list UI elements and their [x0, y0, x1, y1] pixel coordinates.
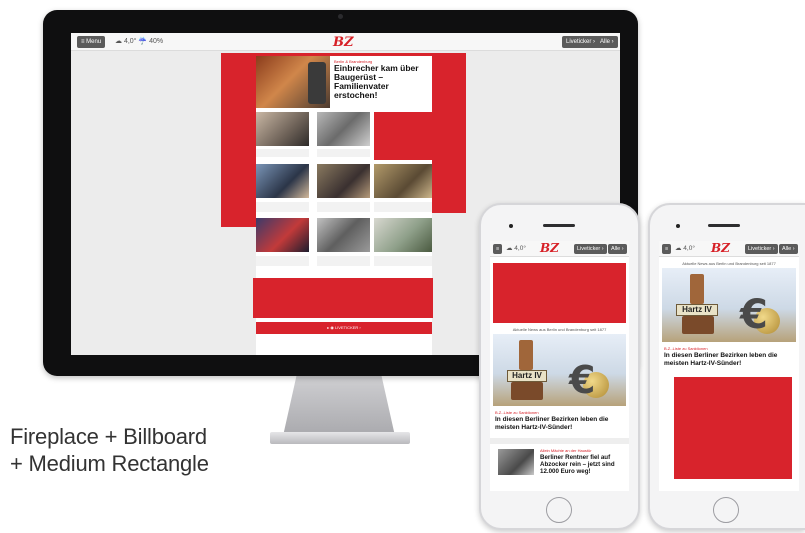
phone-2-home-button[interactable]: [713, 497, 739, 523]
desktop-logo[interactable]: BZ: [333, 35, 353, 50]
stamp-base: [511, 382, 543, 400]
phone-2: ≡ ☁ 4,0° BZ Liveticker › Alle › Aktuelle…: [648, 203, 805, 530]
thumb-8-caption: [374, 256, 432, 266]
desktop-liveticker-footer[interactable]: ▸ ◉ LIVETICKER ›: [256, 322, 432, 334]
phone-1-alle-button[interactable]: Alle ›: [608, 244, 627, 254]
thumb-4-caption: [317, 202, 370, 212]
phone-1-stamp-label: Hartz IV: [507, 370, 547, 382]
phone-1-liveticker-button[interactable]: Liveticker ›: [574, 244, 607, 254]
phone-1-speaker: [543, 224, 575, 227]
billboard-ad[interactable]: [253, 278, 433, 318]
phone-2-article-image[interactable]: € Hartz IV: [662, 268, 796, 342]
camera-icon: [338, 14, 343, 19]
phone-2-liveticker-button[interactable]: Liveticker ›: [745, 244, 778, 254]
phone-1-camera-icon: [509, 224, 513, 228]
thumb-8[interactable]: [374, 218, 432, 252]
desktop-liveticker-button[interactable]: Liveticker ›: [562, 36, 600, 48]
stamp-base: [682, 316, 714, 334]
phone-1-article-title[interactable]: In diesen Berliner Bezirken leben die me…: [495, 416, 623, 431]
euro-icon: €: [740, 292, 768, 338]
phone-2-article-kicker: B.Z.-Liste zu Sanktionen: [664, 346, 708, 351]
desktop-weather: ☁ 4,0° ☔ 40%: [115, 38, 164, 45]
phone-2-screen: ≡ ☁ 4,0° BZ Liveticker › Alle › Aktuelle…: [659, 241, 799, 491]
caption-line-1: Fireplace + Billboard: [10, 424, 207, 449]
mockup-stage: ≡ Menu ☁ 4,0° ☔ 40% BZ Liveticker › Alle…: [0, 0, 805, 533]
phone-2-weather: ☁ 4,0°: [675, 245, 695, 252]
phone-1-article-image[interactable]: € Hartz IV: [493, 334, 626, 406]
thumb-4[interactable]: [317, 164, 370, 198]
phone-2-camera-icon: [676, 224, 680, 228]
desktop-menu-button[interactable]: ≡ Menu: [77, 36, 106, 48]
phone-1-logo[interactable]: BZ: [540, 241, 559, 255]
phone-2-speaker: [708, 224, 740, 227]
phone-2-top-bar: ≡ ☁ 4,0° BZ Liveticker › Alle ›: [659, 241, 799, 257]
phone-2-stamp-label: Hartz IV: [676, 304, 718, 316]
desktop-top-bar: ≡ Menu ☁ 4,0° ☔ 40% BZ Liveticker › Alle…: [71, 33, 620, 51]
phone-1-second-article-image[interactable]: [498, 449, 534, 475]
thumb-1-caption: [256, 149, 309, 157]
thumb-2-caption: [317, 149, 370, 157]
phone-1-second-title[interactable]: Berliner Rentner fiel auf Abzocker rein …: [540, 454, 626, 476]
phone-2-banner: Aktuelle News aus Berlin und Brandenburg…: [682, 261, 776, 266]
phone-1-second-kicker: Allein Mächte an der Haustür: [540, 448, 592, 453]
phone-2-menu-icon[interactable]: ≡: [662, 244, 672, 254]
phone-1-weather: ☁ 4,0°: [506, 245, 526, 252]
phone-1-screen: ≡ ☁ 4,0° BZ Liveticker › Alle › Aktuelle…: [490, 241, 629, 491]
desktop-news-page: Berlin & Brandenburg Einbrecher kam über…: [253, 56, 433, 355]
phone-2-logo[interactable]: BZ: [711, 241, 730, 255]
phone-2-article-title[interactable]: In diesen Berliner Bezirken leben die me…: [664, 352, 794, 367]
thumb-3[interactable]: [256, 164, 309, 198]
thumb-7-caption: [317, 256, 370, 266]
phone-1-divider: [490, 438, 629, 444]
phone-2-alle-button[interactable]: Alle ›: [779, 244, 798, 254]
phone-1-billboard-ad[interactable]: [493, 263, 626, 323]
lead-portrait: [308, 62, 326, 104]
imac-base: [270, 432, 410, 444]
fireplace-ad-right[interactable]: [432, 53, 466, 213]
phone-1-menu-icon[interactable]: ≡: [493, 244, 503, 254]
medium-rectangle-ad-desktop[interactable]: [374, 112, 432, 160]
thumb-5[interactable]: [374, 164, 432, 198]
imac-stand: [283, 376, 395, 436]
fireplace-ad-left[interactable]: [221, 53, 256, 227]
stamp-handle: [519, 340, 533, 370]
thumb-7[interactable]: [317, 218, 370, 252]
phone-1-banner: Aktuelle News aus Berlin und Brandenburg…: [512, 327, 607, 332]
thumb-1[interactable]: [256, 112, 309, 146]
stamp-handle: [690, 274, 704, 304]
thumb-3-caption: [256, 202, 309, 212]
thumb-6-caption: [256, 256, 309, 266]
phone-1-top-bar: ≡ ☁ 4,0° BZ Liveticker › Alle ›: [490, 241, 629, 257]
thumb-2[interactable]: [317, 112, 370, 146]
euro-icon: €: [569, 358, 596, 402]
thumb-6[interactable]: [256, 218, 309, 252]
lead-article-image[interactable]: [256, 56, 330, 108]
thumb-5-caption: [374, 202, 432, 212]
phone-1-home-button[interactable]: [546, 497, 572, 523]
desktop-alle-button[interactable]: Alle ›: [596, 36, 618, 48]
caption-line-2: + Medium Rectangle: [10, 451, 209, 476]
phone-2-medium-rectangle-ad[interactable]: [674, 377, 792, 479]
phone-1-article-kicker: B.Z.-Liste zu Sanktionen: [495, 410, 539, 415]
lead-article-title[interactable]: Einbrecher kam über Baugerüst – Familien…: [334, 64, 430, 100]
phone-1: ≡ ☁ 4,0° BZ Liveticker › Alle › Aktuelle…: [479, 203, 640, 530]
